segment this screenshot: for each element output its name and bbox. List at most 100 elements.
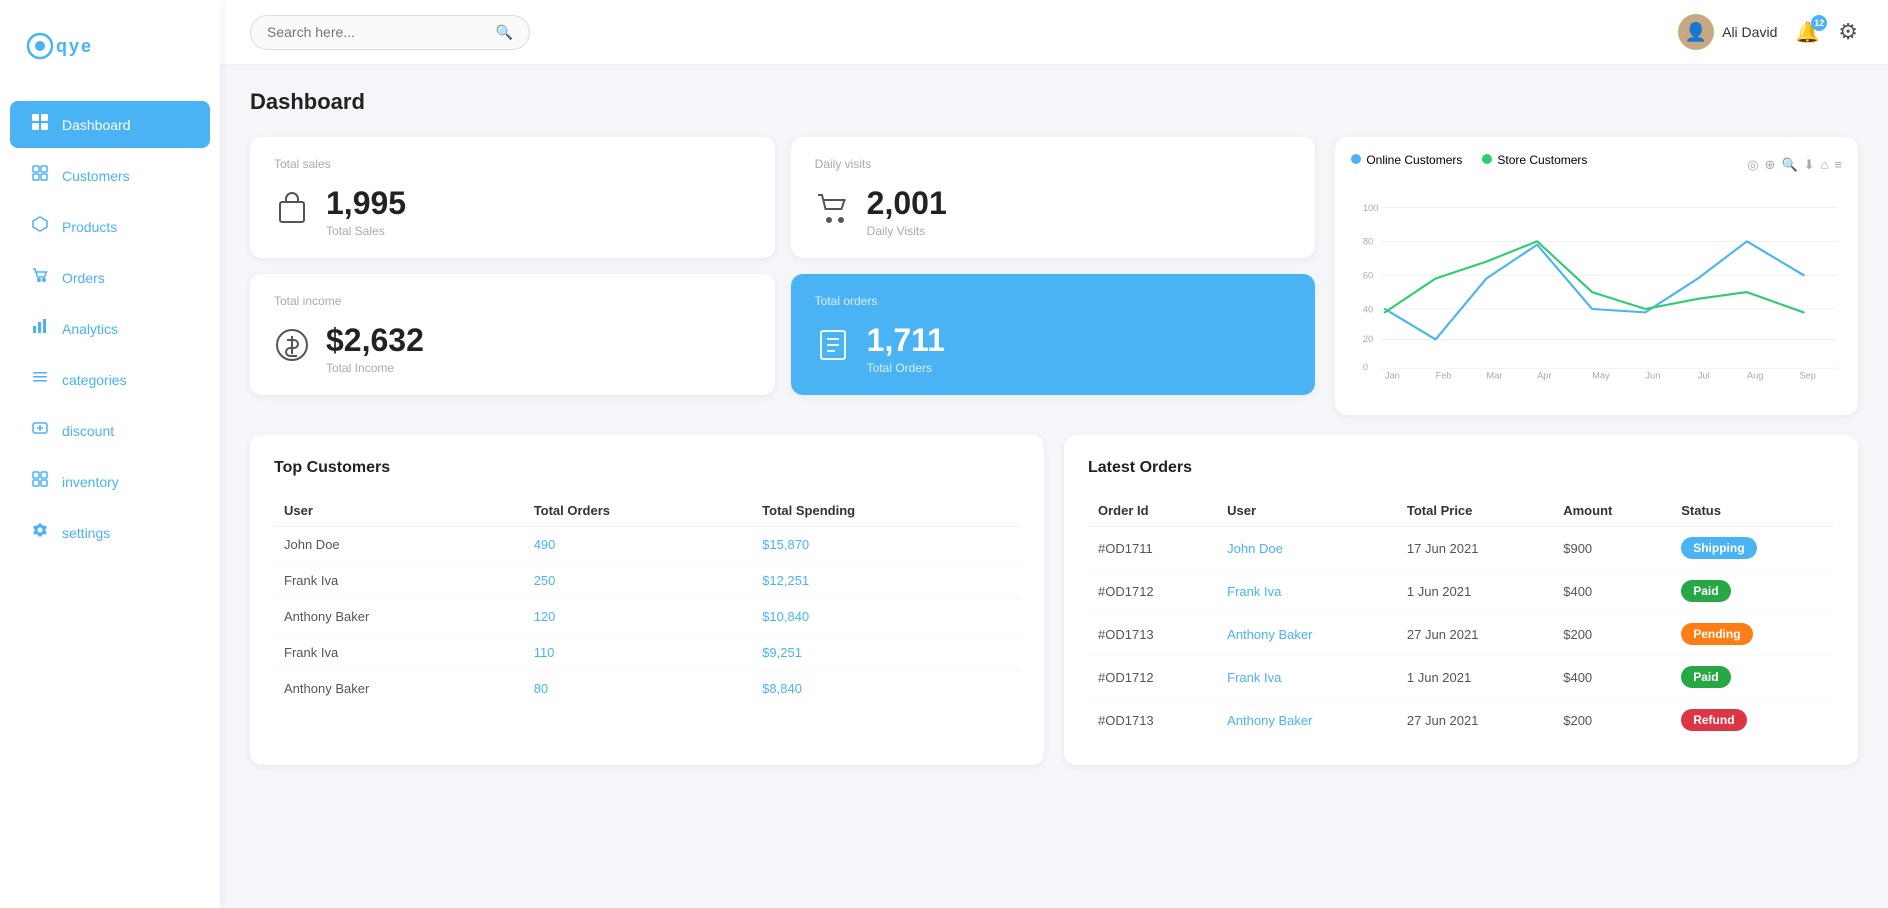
table-row: John Doe 490 $15,870: [274, 527, 1020, 563]
inventory-icon: [30, 471, 50, 492]
top-customers-table: User Total Orders Total Spending John Do…: [274, 495, 1020, 706]
order-status: Paid: [1671, 570, 1834, 613]
chart-tool-home[interactable]: ⌂: [1821, 157, 1829, 173]
col-order-id: Order Id: [1088, 495, 1217, 527]
orders-icon: [30, 267, 50, 288]
latest-orders-title: Latest Orders: [1088, 459, 1834, 477]
products-icon: [30, 216, 50, 237]
order-user: John Doe: [1217, 527, 1397, 570]
stat-label-total-orders: Total orders: [815, 294, 1292, 308]
sidebar-item-label: discount: [62, 423, 114, 439]
chart-header: Online Customers Store Customers ◎ ⊕ 🔍 ⬇…: [1351, 153, 1842, 177]
sidebar-item-discount[interactable]: discount: [10, 407, 210, 454]
col-user: User: [1217, 495, 1397, 527]
chart-tool-download[interactable]: ⬇: [1804, 157, 1815, 173]
user-avatar[interactable]: 👤 Ali David: [1678, 14, 1777, 50]
sidebar-item-orders[interactable]: Orders: [10, 254, 210, 301]
settings-icon: [30, 522, 50, 543]
top-customers-title: Top Customers: [274, 459, 1020, 477]
order-date: 27 Jun 2021: [1397, 699, 1553, 742]
stat-sublabel-daily-visits: Daily Visits: [867, 224, 947, 238]
stats-grid: Total sales 1,995 Total Sales: [250, 137, 1315, 395]
order-date: 27 Jun 2021: [1397, 613, 1553, 656]
top-customers-thead: User Total Orders Total Spending: [274, 495, 1020, 527]
stat-value-total-sales: 1,995: [326, 185, 406, 222]
search-box[interactable]: 🔍: [250, 15, 530, 50]
latest-orders-table: Order Id User Total Price Amount Status …: [1088, 495, 1834, 741]
sidebar-item-dashboard[interactable]: Dashboard: [10, 101, 210, 148]
svg-text:Feb: Feb: [1436, 370, 1452, 380]
chart-tool-menu[interactable]: ≡: [1834, 157, 1842, 173]
customer-orders: 490: [524, 527, 752, 563]
status-badge: Paid: [1681, 666, 1730, 688]
svg-text:Jan: Jan: [1385, 370, 1400, 380]
order-id: #OD1713: [1088, 699, 1217, 742]
search-input[interactable]: [267, 24, 496, 40]
sidebar-item-inventory[interactable]: inventory: [10, 458, 210, 505]
order-amount: $200: [1553, 699, 1671, 742]
stat-label-total-income: Total income: [274, 294, 751, 308]
table-row: #OD1712 Frank Iva 1 Jun 2021 $400 Paid: [1088, 656, 1834, 699]
app-logo: qye: [0, 20, 220, 99]
notification-button[interactable]: 🔔 12: [1795, 20, 1820, 45]
sidebar-item-label: Orders: [62, 270, 105, 286]
order-user: Frank Iva: [1217, 570, 1397, 613]
order-amount: $900: [1553, 527, 1671, 570]
svg-text:60: 60: [1363, 271, 1373, 281]
customer-orders: 120: [524, 599, 752, 635]
analytics-icon: [30, 318, 50, 339]
top-customers-card: Top Customers User Total Orders Total Sp…: [250, 435, 1044, 765]
sidebar: qye Dashboard Customers Products Orders …: [0, 0, 220, 908]
table-row: #OD1713 Anthony Baker 27 Jun 2021 $200 P…: [1088, 613, 1834, 656]
svg-text:80: 80: [1363, 237, 1373, 247]
status-badge: Refund: [1681, 709, 1746, 731]
order-id: #OD1713: [1088, 613, 1217, 656]
svg-text:Aug: Aug: [1747, 370, 1764, 380]
svg-text:Sep: Sep: [1800, 370, 1817, 380]
stat-card-total-income: Total income $2,632 Total Income: [250, 274, 775, 395]
order-status: Paid: [1671, 656, 1834, 699]
order-id: #OD1712: [1088, 656, 1217, 699]
table-row: #OD1711 John Doe 17 Jun 2021 $900 Shippi…: [1088, 527, 1834, 570]
chart-wrap: 100 80 60 40 20 0 Jan Feb Mar Apr May Ju…: [1351, 187, 1842, 392]
topbar: 🔍 👤 Ali David 🔔 12 ⚙: [220, 0, 1888, 65]
customer-name: Anthony Baker: [274, 599, 524, 635]
sidebar-item-label: Products: [62, 219, 117, 235]
chart-svg: 100 80 60 40 20 0 Jan Feb Mar Apr May Ju…: [1351, 187, 1842, 387]
sidebar-item-label: Dashboard: [62, 117, 131, 133]
stat-label-total-sales: Total sales: [274, 157, 751, 171]
sidebar-item-settings[interactable]: settings: [10, 509, 210, 556]
chart-tool-circle[interactable]: ◎: [1747, 157, 1758, 173]
order-id: #OD1711: [1088, 527, 1217, 570]
legend-store: Store Customers: [1482, 153, 1587, 167]
discount-icon: [30, 420, 50, 441]
col-total-spending: Total Spending: [752, 495, 1020, 527]
user-settings-button[interactable]: ⚙: [1838, 19, 1858, 45]
col-total-orders: Total Orders: [524, 495, 752, 527]
svg-text:100: 100: [1363, 203, 1379, 213]
categories-icon: [30, 369, 50, 390]
order-user: Frank Iva: [1217, 656, 1397, 699]
svg-text:40: 40: [1363, 304, 1373, 314]
stat-label-daily-visits: Daily visits: [815, 157, 1292, 171]
sidebar-item-customers[interactable]: Customers: [10, 152, 210, 199]
customer-orders: 110: [524, 635, 752, 671]
svg-text:Apr: Apr: [1537, 370, 1551, 380]
sidebar-item-categories[interactable]: categories: [10, 356, 210, 403]
sidebar-item-products[interactable]: Products: [10, 203, 210, 250]
status-badge: Shipping: [1681, 537, 1756, 559]
stat-value-daily-visits: 2,001: [867, 185, 947, 222]
sidebar-item-analytics[interactable]: Analytics: [10, 305, 210, 352]
table-row: #OD1712 Frank Iva 1 Jun 2021 $400 Paid: [1088, 570, 1834, 613]
order-date: 17 Jun 2021: [1397, 527, 1553, 570]
svg-text:20: 20: [1363, 334, 1373, 344]
chart-tool-search[interactable]: 🔍: [1781, 157, 1797, 173]
customer-name: Anthony Baker: [274, 671, 524, 707]
cart-icon: [815, 190, 851, 233]
svg-text:Jul: Jul: [1698, 370, 1710, 380]
chart-tool-plus[interactable]: ⊕: [1765, 157, 1776, 173]
stat-card-daily-visits: Daily visits 2,001 Daily Visits: [791, 137, 1316, 258]
svg-text:May: May: [1592, 370, 1610, 380]
chart-tools[interactable]: ◎ ⊕ 🔍 ⬇ ⌂ ≡: [1747, 157, 1842, 173]
stat-card-total-orders: Total orders 1,711 Total Orders: [791, 274, 1316, 395]
